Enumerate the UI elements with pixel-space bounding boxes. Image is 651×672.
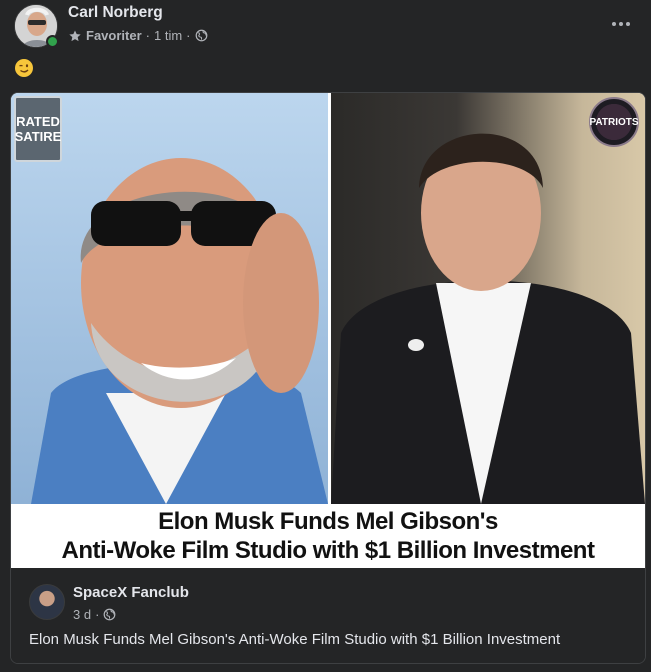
badge-line1: RATED — [16, 114, 60, 129]
badge-line2: SATIRE — [14, 129, 62, 144]
shared-post-time[interactable]: 3 d — [73, 607, 91, 622]
shared-post-footer: SpaceX Fanclub 3 d · Elon Musk Funds Mel… — [11, 568, 645, 663]
right-portrait-illustration — [331, 133, 645, 504]
meta-separator: · — [145, 28, 150, 43]
image-left-panel: RATED SATIRE — [11, 93, 328, 504]
shared-post-card[interactable]: RATED SATIRE PATRIOTS Elon Musk Funds Me… — [10, 92, 646, 664]
page-name[interactable]: SpaceX Fanclub — [73, 584, 189, 601]
shared-post-meta: 3 d · — [73, 607, 116, 622]
page-avatar[interactable] — [29, 584, 65, 620]
globe-icon[interactable] — [103, 608, 116, 621]
post-meta: Favoriter · 1 tim · — [68, 28, 208, 43]
globe-icon[interactable] — [195, 29, 208, 42]
image-headline: Elon Musk Funds Mel Gibson's Anti-Woke F… — [11, 504, 645, 568]
online-status-icon — [46, 35, 59, 48]
shared-post-text[interactable]: Elon Musk Funds Mel Gibson's Anti-Woke F… — [29, 631, 560, 648]
shared-image[interactable]: RATED SATIRE PATRIOTS Elon Musk Funds Me… — [11, 93, 645, 568]
image-right-panel: PATRIOTS — [331, 93, 645, 504]
headline-line-1: Elon Musk Funds Mel Gibson's — [158, 508, 498, 535]
meta-separator-2: · — [186, 28, 191, 43]
more-options-icon[interactable] — [609, 14, 633, 34]
facebook-post: Carl Norberg Favoriter · 1 tim · 😉 — [0, 0, 651, 672]
author-name[interactable]: Carl Norberg — [68, 4, 163, 22]
author-avatar-container[interactable] — [14, 4, 59, 48]
patriots-logo: PATRIOTS — [589, 97, 639, 147]
star-icon — [69, 29, 81, 41]
headline-line-2: Anti-Woke Film Studio with $1 Billion In… — [61, 537, 595, 564]
winking-face-emoji — [15, 59, 33, 77]
audience-label[interactable]: Favoriter — [86, 28, 142, 43]
shared-meta-separator: · — [95, 607, 100, 622]
post-time[interactable]: 1 tim — [154, 28, 182, 43]
rated-satire-badge: RATED SATIRE — [14, 96, 62, 162]
